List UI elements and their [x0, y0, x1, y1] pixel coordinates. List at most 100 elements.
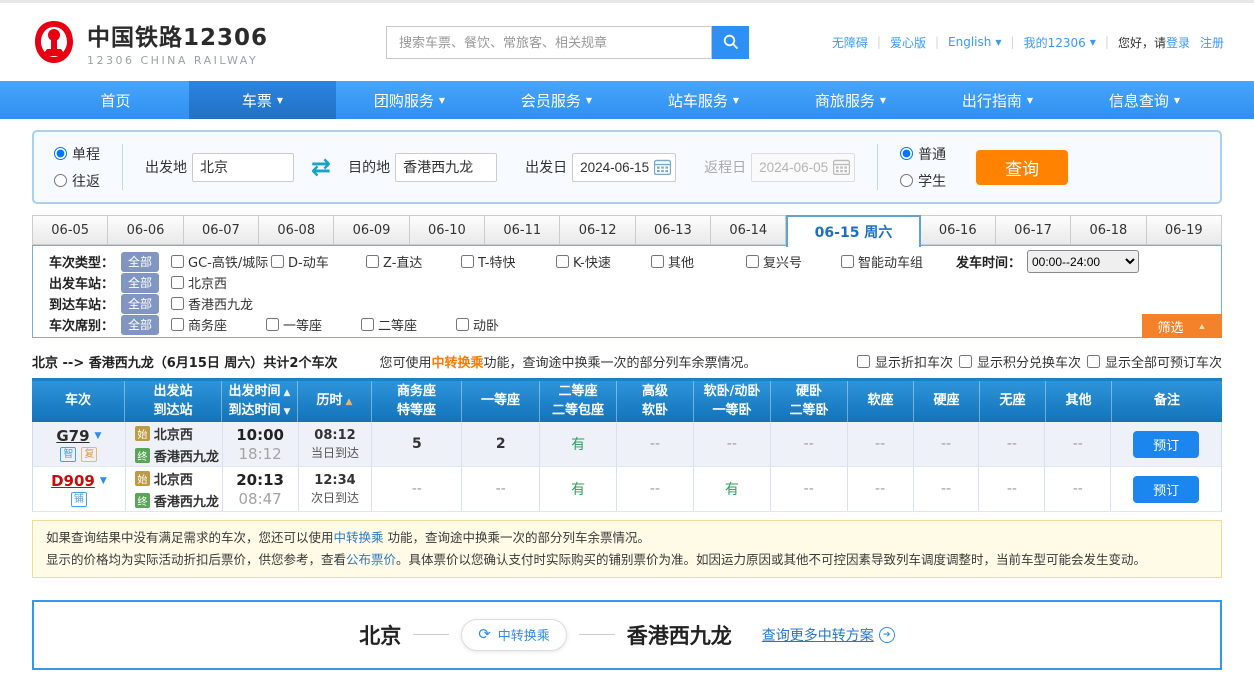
filter-checkbox[interactable] [171, 255, 184, 268]
filter-option[interactable]: 一等座 [266, 315, 361, 334]
all-badge[interactable]: 全部 [121, 273, 159, 293]
english-link[interactable]: English [948, 35, 991, 49]
filter-option[interactable]: K-快速 [556, 252, 651, 271]
filter-option[interactable]: 复兴号 [746, 252, 841, 271]
date-tab[interactable]: 06-12 [560, 215, 635, 245]
date-tab[interactable]: 06-16 [921, 215, 996, 245]
filter-checkbox[interactable] [841, 255, 854, 268]
date-tab[interactable]: 06-11 [485, 215, 560, 245]
filter-checkbox[interactable] [461, 255, 474, 268]
filter-checkbox[interactable] [366, 255, 379, 268]
date-tab[interactable]: 06-14 [711, 215, 786, 245]
one-way-option[interactable]: 单程 [54, 144, 100, 164]
date-tab[interactable]: 06-06 [108, 215, 183, 245]
filter-option[interactable]: 香港西九龙 [171, 294, 266, 313]
all-badge[interactable]: 全部 [121, 315, 159, 335]
filter-checkbox[interactable] [271, 255, 284, 268]
date-tab-active[interactable]: 06-15 周六 [786, 215, 920, 247]
filter-option[interactable]: D-动车 [271, 252, 366, 271]
date-tab[interactable]: 06-19 [1147, 215, 1222, 245]
main-nav: 首页 车票▼ 团购服务▼ 会员服务▼ 站车服务▼ 商旅服务▼ 出行指南▼ 信息查… [0, 81, 1254, 119]
one-way-radio[interactable] [54, 147, 67, 160]
col-times-sortable[interactable]: 出发时间▲ 到达时间▼ [222, 381, 298, 422]
filter-option[interactable]: 商务座 [171, 315, 266, 334]
nav-station-services[interactable]: 站车服务▼ [630, 81, 777, 119]
filter-checkbox[interactable] [746, 255, 759, 268]
depart-time-select[interactable]: 00:00--24:00 [1027, 250, 1139, 273]
filter-option[interactable]: 其他 [651, 252, 746, 271]
calendar-icon[interactable] [654, 159, 671, 175]
chevron-down-icon[interactable]: ▼ [100, 476, 107, 486]
site-logo[interactable]: 中国铁路12306 12306 CHINA RAILWAY [30, 18, 268, 67]
date-tab[interactable]: 06-07 [184, 215, 259, 245]
arrow-circle-icon[interactable]: ➔ [879, 627, 895, 643]
normal-option[interactable]: 普通 [900, 144, 946, 164]
date-tab[interactable]: 06-18 [1071, 215, 1146, 245]
show-discount-checkbox[interactable] [857, 355, 870, 368]
train-link[interactable]: D909 [51, 472, 95, 490]
student-radio[interactable] [900, 174, 913, 187]
chevron-down-icon[interactable]: ▼ [95, 431, 102, 441]
round-trip-option[interactable]: 往返 [54, 171, 100, 191]
train-link[interactable]: G79 [56, 427, 89, 445]
col-duration-sortable[interactable]: 历时▲ [298, 381, 372, 422]
filter-option[interactable]: GC-高铁/城际 [171, 252, 271, 271]
show-all-bookable-checkbox[interactable] [1087, 355, 1100, 368]
more-transfer-plans-link[interactable]: 查询更多中转方案 [762, 625, 874, 645]
show-points-checkbox[interactable] [959, 355, 972, 368]
transfer-pill-button[interactable]: ⟳ 中转换乘 [461, 619, 567, 651]
search-input[interactable] [386, 26, 712, 59]
care-version-link[interactable]: 爱心版 [890, 34, 926, 51]
filter-option[interactable]: 北京西 [171, 273, 266, 292]
nav-info-query[interactable]: 信息查询▼ [1071, 81, 1218, 119]
nav-travel-guide[interactable]: 出行指南▼ [924, 81, 1071, 119]
date-tab[interactable]: 06-08 [259, 215, 334, 245]
filter-checkbox[interactable] [556, 255, 569, 268]
date-tab[interactable]: 06-17 [996, 215, 1071, 245]
my-12306-link[interactable]: 我的12306 [1024, 34, 1086, 51]
filter-toggle-button[interactable]: 筛选▲ [1142, 314, 1222, 338]
filter-checkbox[interactable] [171, 318, 184, 331]
nav-member-services[interactable]: 会员服务▼ [483, 81, 630, 119]
nav-tickets[interactable]: 车票▼ [189, 81, 336, 119]
filter-checkbox[interactable] [171, 276, 184, 289]
filter-checkbox[interactable] [171, 297, 184, 310]
register-link[interactable]: 注册 [1200, 34, 1224, 51]
all-badge[interactable]: 全部 [121, 252, 159, 272]
filter-option[interactable]: 二等座 [361, 315, 456, 334]
show-points-option[interactable]: 显示积分兑换车次 [959, 352, 1081, 371]
book-button[interactable]: 预订 [1133, 476, 1199, 503]
chevron-down-icon: ▼ [277, 96, 283, 105]
nav-business-travel[interactable]: 商旅服务▼ [777, 81, 924, 119]
filter-checkbox[interactable] [361, 318, 374, 331]
book-button[interactable]: 预订 [1133, 431, 1199, 458]
date-tab[interactable]: 06-09 [334, 215, 409, 245]
student-option[interactable]: 学生 [900, 171, 946, 191]
all-badge[interactable]: 全部 [121, 294, 159, 314]
login-link[interactable]: 登录 [1166, 34, 1190, 51]
round-trip-radio[interactable] [54, 174, 67, 187]
transfer-link[interactable]: 中转换乘 [334, 530, 384, 545]
published-price-link[interactable]: 公布票价 [346, 552, 396, 567]
swap-stations-icon[interactable]: ⇄ [311, 155, 331, 179]
filter-option[interactable]: 智能动车组 [841, 252, 941, 271]
nav-group-services[interactable]: 团购服务▼ [336, 81, 483, 119]
show-discount-option[interactable]: 显示折扣车次 [857, 352, 953, 371]
filter-checkbox[interactable] [456, 318, 469, 331]
date-tab[interactable]: 06-05 [32, 215, 108, 245]
date-tab[interactable]: 06-13 [636, 215, 711, 245]
filter-checkbox[interactable] [651, 255, 664, 268]
query-button[interactable]: 查询 [976, 150, 1068, 185]
filter-option[interactable]: T-特快 [461, 252, 556, 271]
from-station-input[interactable] [192, 153, 294, 182]
show-all-bookable-option[interactable]: 显示全部可预订车次 [1087, 352, 1222, 371]
normal-radio[interactable] [900, 147, 913, 160]
date-tab[interactable]: 06-10 [410, 215, 485, 245]
filter-option[interactable]: Z-直达 [366, 252, 461, 271]
search-button[interactable] [712, 26, 749, 59]
nav-home[interactable]: 首页 [42, 81, 189, 119]
filter-checkbox[interactable] [266, 318, 279, 331]
filter-option[interactable]: 动卧 [456, 315, 551, 334]
accessibility-link[interactable]: 无障碍 [832, 34, 868, 51]
to-station-input[interactable] [395, 153, 497, 182]
